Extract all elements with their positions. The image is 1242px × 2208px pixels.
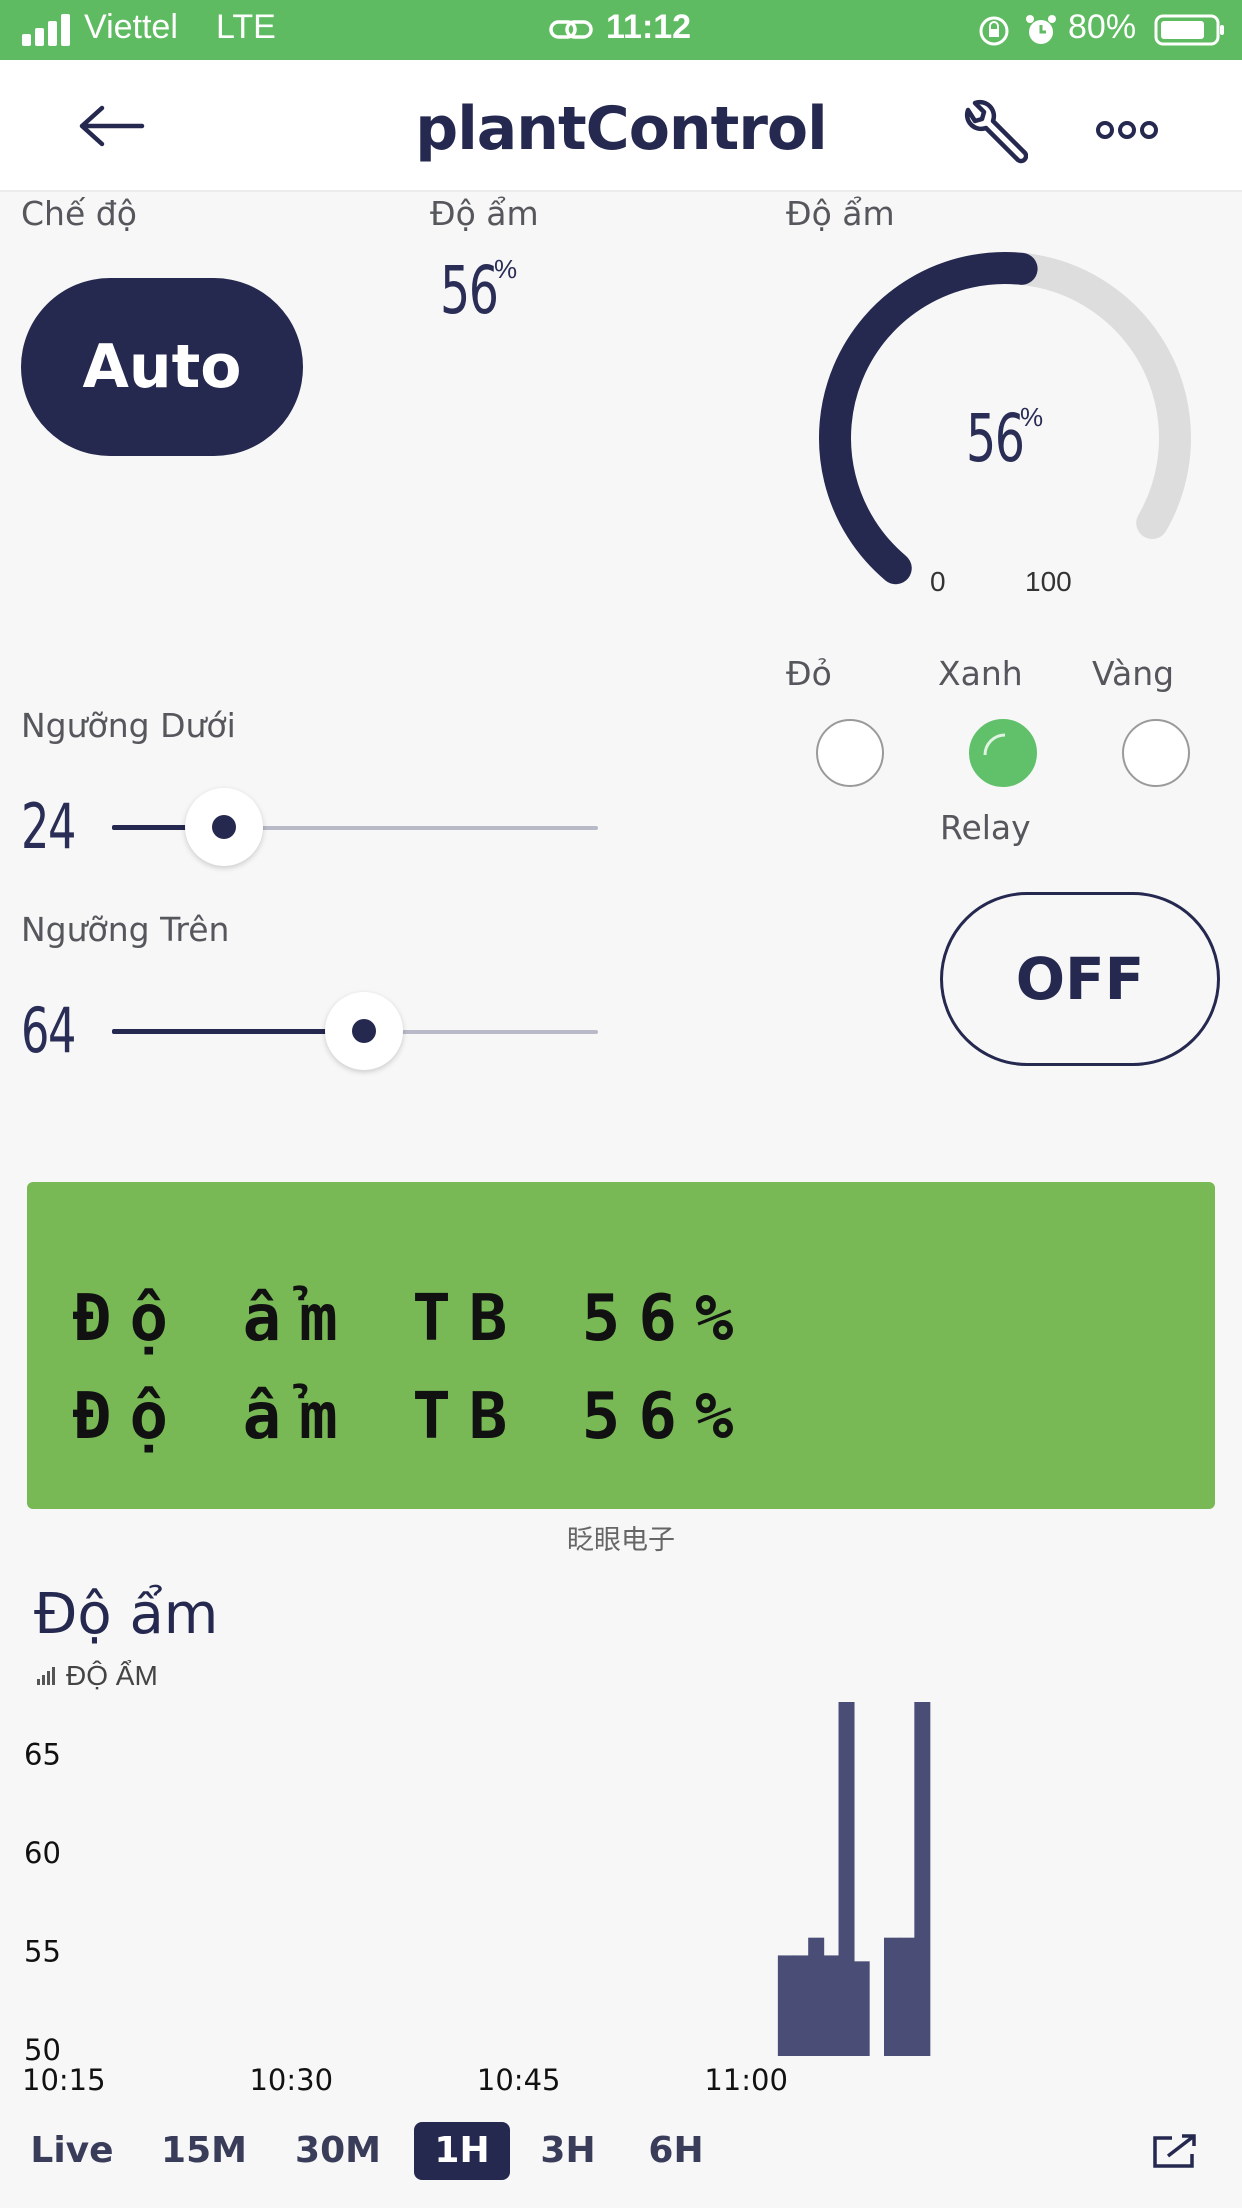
mode-auto-button[interactable]: Auto xyxy=(21,278,303,456)
humidity-value: 56 xyxy=(440,252,499,329)
x-tick-label: 10:45 xyxy=(477,2063,561,2097)
chart-bar xyxy=(777,1955,794,2056)
chart-bar xyxy=(853,1961,870,2056)
threshold-high-value: 64 xyxy=(21,994,76,1067)
gauge-max: 100 xyxy=(1025,566,1072,597)
threshold-high-slider[interactable] xyxy=(112,992,598,1070)
page-title: plantControl xyxy=(415,94,827,164)
humidity-unit: % xyxy=(494,254,518,284)
y-tick-label: 65 xyxy=(24,1737,61,1771)
chart-bar xyxy=(823,1955,840,2056)
lcd-display: Độ ẩm TB 56% Độ ẩm TB 56% xyxy=(27,1182,1215,1509)
chart-legend: ĐỘ ẨM xyxy=(66,1660,158,1691)
chart-title: Độ ẩm xyxy=(34,1582,219,1647)
gauge-label: Độ ẩm xyxy=(786,194,895,233)
lcd-line-2: Độ ẩm TB 56% xyxy=(73,1380,752,1454)
clock-label: 11:12 xyxy=(606,8,692,46)
gauge-min: 0 xyxy=(930,566,946,597)
more-icon[interactable] xyxy=(1096,120,1158,140)
chart-bar xyxy=(808,1937,825,2056)
chart-bar xyxy=(899,1937,916,2056)
y-tick-label: 50 xyxy=(24,2033,61,2067)
y-tick-label: 60 xyxy=(24,1836,61,1870)
tab-15m[interactable]: 15M xyxy=(156,2122,252,2180)
slider-knob[interactable] xyxy=(184,788,263,866)
status-bar: Viettel LTE 11:12 80% xyxy=(0,0,1242,60)
led-red xyxy=(816,719,884,787)
chart-plot: 50 55 60 65 10:15 10:30 10:45 11:00 xyxy=(22,1702,931,2097)
link-icon xyxy=(549,20,593,39)
led-glare-icon xyxy=(983,733,1006,756)
humidity-value-label: Độ ẩm xyxy=(430,194,539,233)
threshold-low-slider[interactable] xyxy=(112,788,598,866)
gauge-value: 56 xyxy=(966,400,1025,477)
chart-bar xyxy=(884,1937,901,2056)
slider-knob[interactable] xyxy=(324,992,403,1070)
gauge-unit: % xyxy=(1020,402,1044,432)
tab-1h[interactable]: 1H xyxy=(414,2122,510,2180)
battery-icon xyxy=(1154,14,1224,46)
threshold-low-value: 24 xyxy=(21,790,76,863)
tab-3h[interactable]: 3H xyxy=(530,2122,606,2180)
network-label: LTE xyxy=(216,8,276,46)
humidity-chart: 50 55 60 65 10:15 10:30 10:45 11:00 xyxy=(0,1700,1242,2100)
wrench-icon[interactable] xyxy=(958,98,1028,168)
tab-30m[interactable]: 30M xyxy=(288,2122,388,2180)
led-yellow-label: Vàng xyxy=(1092,654,1175,693)
alarm-icon xyxy=(1026,15,1056,44)
battery-percent: 80% xyxy=(1068,8,1137,46)
x-tick-label: 10:30 xyxy=(249,2063,333,2097)
slider-knob-dot xyxy=(211,815,236,839)
slider-knob-dot xyxy=(351,1019,376,1043)
y-tick-label: 55 xyxy=(24,1934,61,1968)
relay-label: Relay xyxy=(940,808,1031,847)
led-green xyxy=(969,719,1037,787)
x-tick-label: 11:00 xyxy=(704,2063,788,2097)
lcd-line-1: Độ ẩm TB 56% xyxy=(73,1282,752,1356)
threshold-high-label: Ngưỡng Trên xyxy=(21,910,230,949)
led-green-label: Xanh xyxy=(938,654,1023,693)
humidity-value-display: 56% xyxy=(440,252,520,332)
bars-icon xyxy=(37,1667,55,1685)
relay-off-button[interactable]: OFF xyxy=(940,892,1220,1066)
tab-live[interactable]: Live xyxy=(24,2122,120,2180)
led-yellow xyxy=(1122,719,1190,787)
led-red-label: Đỏ xyxy=(786,654,832,693)
chart-bar xyxy=(914,1702,931,2056)
lcd-caption: 眨眼电子 xyxy=(567,1525,675,1555)
app-header: plantControl xyxy=(0,60,1242,192)
chart-bar xyxy=(793,1955,810,2056)
export-icon[interactable] xyxy=(1152,2132,1198,2170)
carrier-label: Viettel xyxy=(84,8,178,46)
tab-6h[interactable]: 6H xyxy=(636,2122,716,2180)
rotation-lock-icon xyxy=(979,16,1009,46)
signal-icon xyxy=(22,14,74,46)
threshold-low-label: Ngưỡng Dưới xyxy=(21,706,236,745)
gauge-readout: 56% xyxy=(966,400,1046,480)
mode-label: Chế độ xyxy=(21,194,137,233)
chart-bar xyxy=(838,1702,855,2056)
x-tick-label: 10:15 xyxy=(22,2063,106,2097)
